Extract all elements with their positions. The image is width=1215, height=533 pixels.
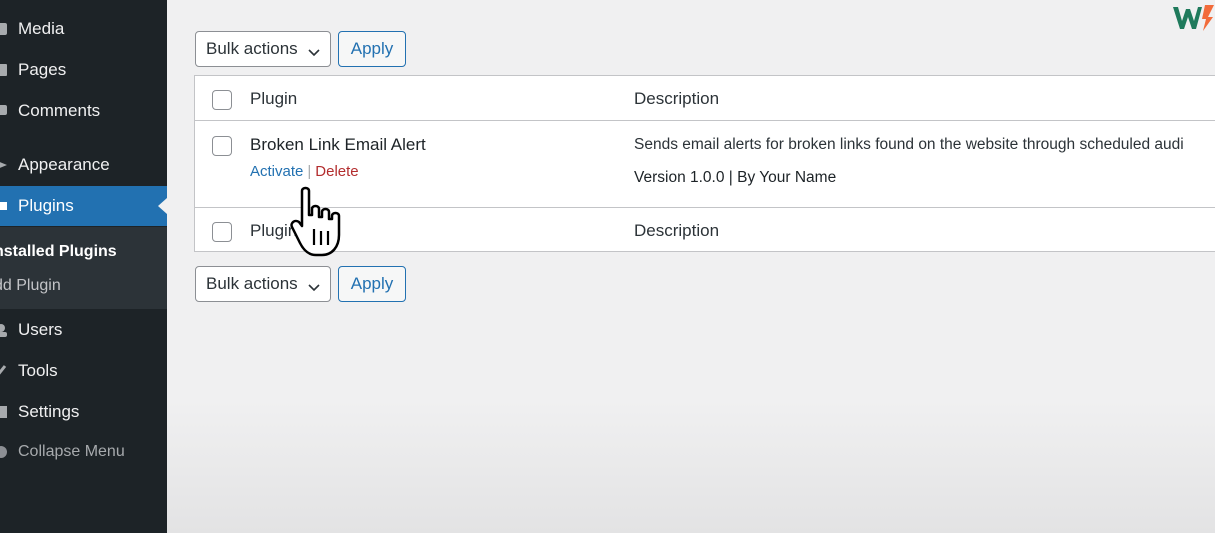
bulk-actions-select-bottom[interactable]: Bulk actions [195,266,331,302]
tools-icon [0,364,8,378]
bulk-actions-label: Bulk actions [206,39,298,58]
select-all-checkbox[interactable] [212,90,232,110]
sidebar-item-users[interactable]: Users [0,310,167,350]
activate-link[interactable]: Activate [250,163,303,180]
sidebar-item-label: Settings [18,402,80,421]
apply-button-bottom[interactable]: Apply [338,266,406,302]
hand-cursor-icon [290,186,341,257]
sidebar-item-label: Appearance [18,155,110,174]
users-icon [0,323,8,337]
brand-logo-icon [1173,5,1214,31]
collapse-icon [0,445,8,459]
collapse-menu-button[interactable]: Collapse Menu [0,432,167,472]
apply-button-top[interactable]: Apply [338,31,406,67]
appearance-icon [0,158,8,172]
action-separator: | [307,163,312,180]
sidebar-item-appearance[interactable]: Appearance [0,145,167,185]
sidebar-item-label: Pages [18,60,67,79]
plugins-icon [0,199,8,213]
sidebar-item-media[interactable]: Media [0,9,167,49]
bulk-actions-select-top[interactable]: Bulk actions [195,31,331,67]
settings-icon [0,405,8,419]
media-icon [0,22,8,36]
comments-icon [0,104,8,118]
sidebar-item-comments[interactable]: Comments [0,91,167,131]
column-header-description: Description [634,89,720,108]
sidebar-item-plugins[interactable]: Plugins [0,186,167,226]
sidebar-item-label: Tools [18,361,58,380]
plugin-version-meta: Version 1.0.0 | By Your Name [634,169,837,186]
sidebar-item-tools[interactable]: Tools [0,351,167,391]
delete-link[interactable]: Delete [315,163,358,180]
sidebar-item-label: Plugins [18,196,74,215]
divider [195,120,1215,121]
submenu-installed-plugins[interactable]: nstalled Plugins [0,243,117,261]
plugins-submenu: nstalled Plugins dd Plugin [0,227,167,309]
submenu-add-plugin[interactable]: dd Plugin [0,277,61,295]
admin-sidebar: Media Pages Comments Appearance Plugins … [0,0,167,533]
bulk-actions-label: Bulk actions [206,274,298,293]
plugin-name: Broken Link Email Alert [250,135,426,154]
select-all-checkbox-footer[interactable] [212,222,232,242]
plugin-description: Sends email alerts for broken links foun… [634,136,1184,153]
sidebar-item-pages[interactable]: Pages [0,50,167,90]
sidebar-item-settings[interactable]: Settings [0,392,167,432]
column-footer-description: Description [634,221,720,240]
chevron-down-icon [308,278,320,298]
row-checkbox[interactable] [212,136,232,156]
sidebar-item-label: Media [18,19,65,38]
sidebar-item-label: Comments [18,101,101,120]
row-actions: Activate | Delete [250,163,359,180]
sidebar-item-label: Users [18,320,63,339]
chevron-down-icon [308,43,320,63]
pages-icon [0,63,8,77]
main-content: Bulk actions Apply Plugin Description Br… [167,0,1215,533]
column-header-plugin[interactable]: Plugin [250,89,297,109]
collapse-menu-label: Collapse Menu [18,443,125,460]
